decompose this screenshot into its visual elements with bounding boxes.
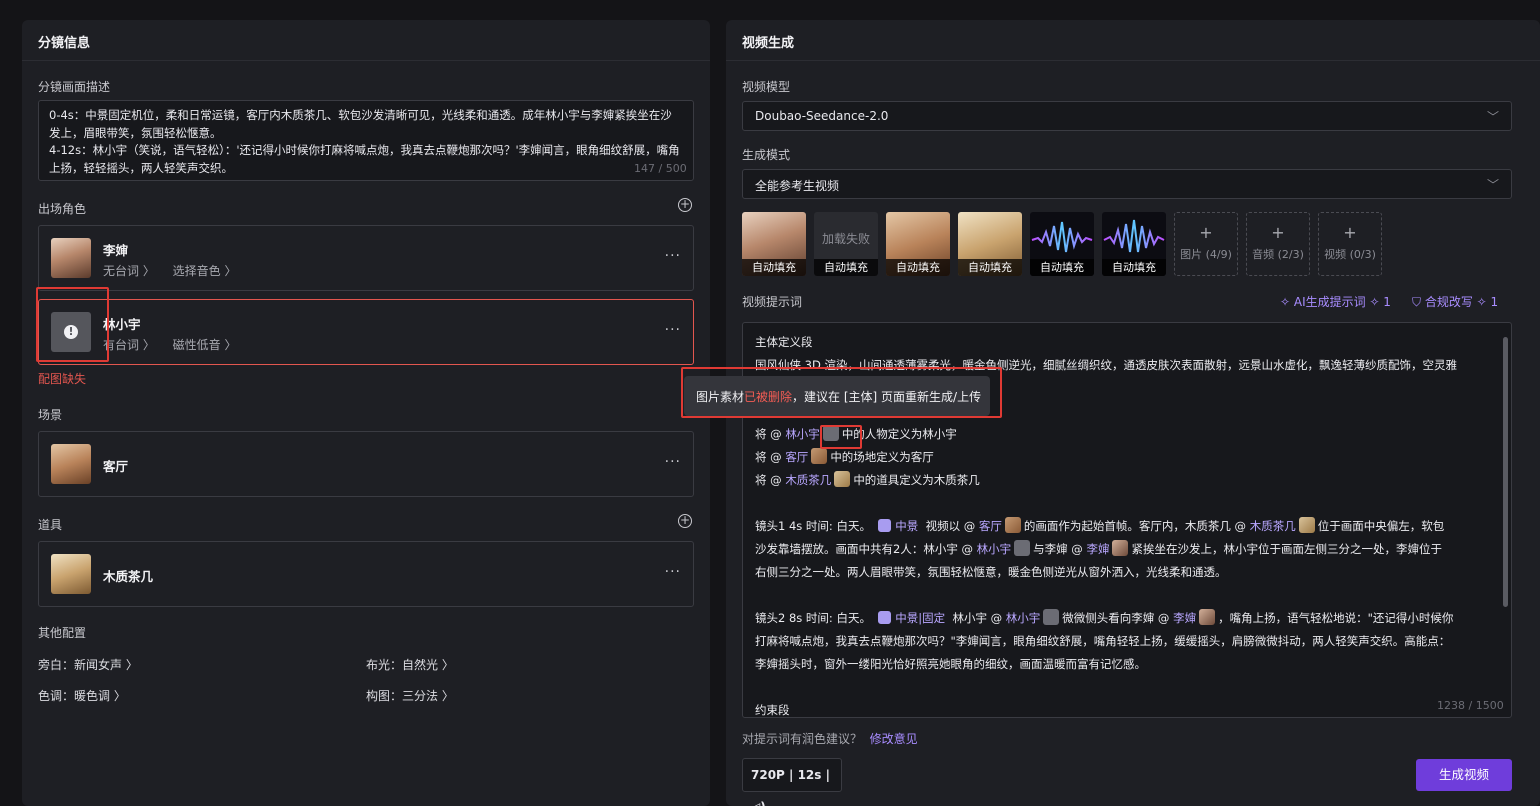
media-image-scene[interactable]: 自动填充 bbox=[886, 212, 950, 276]
color-tone-config[interactable]: 色调：暖色调 〉 bbox=[38, 687, 126, 704]
prompt-definition-3: 将 @ 木质茶几 中的道具定义为木质茶几 bbox=[755, 471, 980, 487]
auto-fill-label: 自动填充 bbox=[742, 259, 806, 276]
character-card-linxiaoyu[interactable]: ! 林小宇 有台词 〉 磁性低音 〉 ··· bbox=[38, 299, 694, 365]
shot-icon bbox=[878, 611, 892, 624]
composition-config[interactable]: 构图：三分法 〉 bbox=[366, 687, 454, 704]
add-video-slot[interactable]: + 视频 (0/3) bbox=[1318, 212, 1382, 276]
plus-icon: + bbox=[1343, 223, 1357, 242]
prompt-definition-1: 将 @ 林小宇 中的人物定义为林小宇 bbox=[755, 425, 957, 441]
prop-thumbnail bbox=[51, 554, 91, 594]
more-icon[interactable]: ··· bbox=[665, 564, 681, 580]
prompt-shot-2: 镜头2 8s 时间: 白天。 中景|固定 林小宇 @ 林小宇 微微侧头看向李婶 @… bbox=[755, 609, 1454, 625]
character-card-lishen[interactable]: 李婶 无台词 〉 选择音色 〉 ··· bbox=[38, 225, 694, 291]
video-slot-label: 视频 (0/3) bbox=[1324, 248, 1376, 261]
auto-fill-label: 自动填充 bbox=[1102, 259, 1166, 276]
load-failed-text: 加载失败 bbox=[821, 232, 870, 246]
sparkle-icon: ✧ bbox=[1280, 295, 1294, 309]
more-icon[interactable]: ··· bbox=[665, 322, 681, 338]
highlight-box bbox=[36, 287, 109, 362]
prop-card[interactable]: 木质茶几 ··· bbox=[38, 541, 694, 607]
narration-config[interactable]: 旁白：新闻女声 〉 bbox=[38, 656, 138, 673]
chevron-down-icon: ﹀ bbox=[1486, 110, 1499, 124]
media-audio-2[interactable]: 自动填充 bbox=[1102, 212, 1166, 276]
model-value: Doubao-Seedance-2.0 bbox=[755, 109, 889, 123]
mode-label: 生成模式 bbox=[742, 148, 791, 162]
audio-slot-label: 音频 (2/3) bbox=[1252, 248, 1304, 261]
prop-label: 道具 bbox=[38, 518, 63, 532]
prompt-shot-1-line-2: 沙发靠墙摆放。画面中共有2人：林小宇 @ 林小宇 与李婶 @ 李婶 紧挨坐在沙发上，… bbox=[755, 540, 1442, 556]
media-image-failed[interactable]: 加载失败 自动填充 bbox=[814, 212, 878, 276]
plus-icon: + bbox=[1199, 223, 1213, 242]
prompt-shot-1-line-3: 右侧三分之一处。两人眉眼带笑，氛围轻松惬意，暖金色侧逆光从窗外洒入，光线柔和通透… bbox=[755, 565, 1227, 579]
prompt-counter: 1238 / 1500 bbox=[1437, 699, 1504, 712]
prompt-section-title: 主体定义段 bbox=[755, 335, 813, 349]
other-config-label: 其他配置 bbox=[38, 626, 87, 640]
prompt-section-title: 约束段 bbox=[755, 703, 790, 717]
more-icon[interactable]: ··· bbox=[665, 454, 681, 470]
prompt-shot-2-line-2: 打麻将喊点炮，我真去点鞭炮那次吗？"李婶闻言，眼角细纹舒展，嘴角轻轻上扬，缓缓摇… bbox=[755, 634, 1451, 648]
plus-icon: + bbox=[1271, 223, 1285, 242]
storyboard-panel-title: 分镜信息 bbox=[22, 20, 710, 61]
ai-generate-prompt-button[interactable]: ✧ AI生成提示词 ✧ 1 bbox=[1280, 293, 1391, 310]
auto-fill-label: 自动填充 bbox=[958, 259, 1022, 276]
media-image-prop[interactable]: 自动填充 bbox=[958, 212, 1022, 276]
character-name: 李婶 bbox=[103, 243, 129, 258]
description-textarea[interactable]: 0-4s：中景固定机位，柔和日常运镜，客厅内木质茶几、软包沙发清晰可见，光线柔和… bbox=[38, 100, 694, 181]
scene-card[interactable]: 客厅 ··· bbox=[38, 431, 694, 497]
prompt-definition-2: 将 @ 客厅 中的场地定义为客厅 bbox=[755, 448, 934, 464]
auto-fill-label: 自动填充 bbox=[814, 259, 878, 276]
auto-fill-label: 自动填充 bbox=[886, 259, 950, 276]
model-select[interactable]: Doubao-Seedance-2.0 ﹀ bbox=[742, 101, 1512, 131]
chip-highlight-box bbox=[820, 425, 862, 449]
model-label: 视频模型 bbox=[742, 80, 791, 94]
description-line-1: 0-4s：中景固定机位，柔和日常运镜，客厅内木质茶几、软包沙发清晰可见，光线柔和… bbox=[49, 108, 672, 140]
mode-value: 全能参考生视频 bbox=[755, 179, 840, 193]
shot-icon bbox=[878, 519, 892, 532]
auto-fill-label: 自动填充 bbox=[1030, 259, 1094, 276]
suggestion-link[interactable]: 修改意见 bbox=[870, 732, 918, 746]
description-counter: 147 / 500 bbox=[634, 162, 687, 175]
prop-name: 木质茶几 bbox=[103, 569, 154, 584]
description-label: 分镜画面描述 bbox=[38, 80, 111, 94]
missing-image-warning: 配图缺失 bbox=[38, 372, 87, 386]
scene-name: 客厅 bbox=[103, 459, 129, 474]
characters-label: 出场角色 bbox=[38, 202, 87, 216]
scene-thumbnail bbox=[51, 444, 91, 484]
storyboard-panel: 分镜信息 分镜画面描述 0-4s：中景固定机位，柔和日常运镜，客厅内木质茶几、软… bbox=[22, 20, 710, 806]
media-image-lishen[interactable]: 自动填充 bbox=[742, 212, 806, 276]
suggestion-text: 对提示词有润色建议？ 修改意见 bbox=[742, 732, 918, 746]
dialog-select[interactable]: 有台词 〉 bbox=[103, 338, 155, 352]
resolution-selector[interactable]: 720P | 12s | ◁) bbox=[742, 758, 842, 806]
scene-chip[interactable] bbox=[811, 448, 828, 464]
lighting-config[interactable]: 布光：自然光 〉 bbox=[366, 656, 454, 673]
image-slot-label: 图片 (4/9) bbox=[1180, 248, 1232, 261]
voice-select[interactable]: 磁性低音 〉 bbox=[173, 338, 237, 352]
dialog-select[interactable]: 无台词 〉 bbox=[103, 264, 155, 278]
prompt-label: 视频提示词 bbox=[742, 295, 803, 309]
mode-select[interactable]: 全能参考生视频 ﹀ bbox=[742, 169, 1512, 199]
prompt-scrollbar[interactable] bbox=[1503, 337, 1508, 607]
generate-video-button[interactable]: 生成视频 bbox=[1416, 759, 1512, 791]
voice-select[interactable]: 选择音色 〉 bbox=[173, 264, 237, 278]
shield-icon: ⛉ bbox=[1412, 295, 1425, 309]
prompt-shot-1: 镜头1 4s 时间: 白天。 中景 视频以 @ 客厅 的画面作为起始首帧。客厅内，… bbox=[755, 517, 1445, 533]
add-prop-icon[interactable]: + bbox=[678, 514, 692, 528]
scene-label: 场景 bbox=[38, 408, 63, 422]
prompt-shot-2-line-3: 李婶摇头时，窗外一缕阳光恰好照亮她眼角的细纹，画面温暖而富有记忆感。 bbox=[755, 657, 1146, 671]
video-panel-title: 视频生成 bbox=[726, 20, 1540, 61]
chevron-down-icon: ﹀ bbox=[1486, 178, 1499, 192]
more-icon[interactable]: ··· bbox=[665, 248, 681, 264]
add-audio-slot[interactable]: + 音频 (2/3) bbox=[1246, 212, 1310, 276]
prop-chip[interactable] bbox=[834, 471, 851, 487]
add-image-slot[interactable]: + 图片 (4/9) bbox=[1174, 212, 1238, 276]
tooltip-highlight-box bbox=[681, 367, 1002, 418]
media-audio-1[interactable]: 自动填充 bbox=[1030, 212, 1094, 276]
character-avatar bbox=[51, 238, 91, 278]
description-line-2: 4-12s：林小宇（笑说，语气轻松）：'还记得小时候你打麻将喊点炮，我真去点鞭炮… bbox=[49, 143, 680, 175]
add-character-icon[interactable]: + bbox=[678, 198, 692, 212]
compliance-rewrite-button[interactable]: ⛉ 合规改写 ✧ 1 bbox=[1412, 293, 1498, 310]
